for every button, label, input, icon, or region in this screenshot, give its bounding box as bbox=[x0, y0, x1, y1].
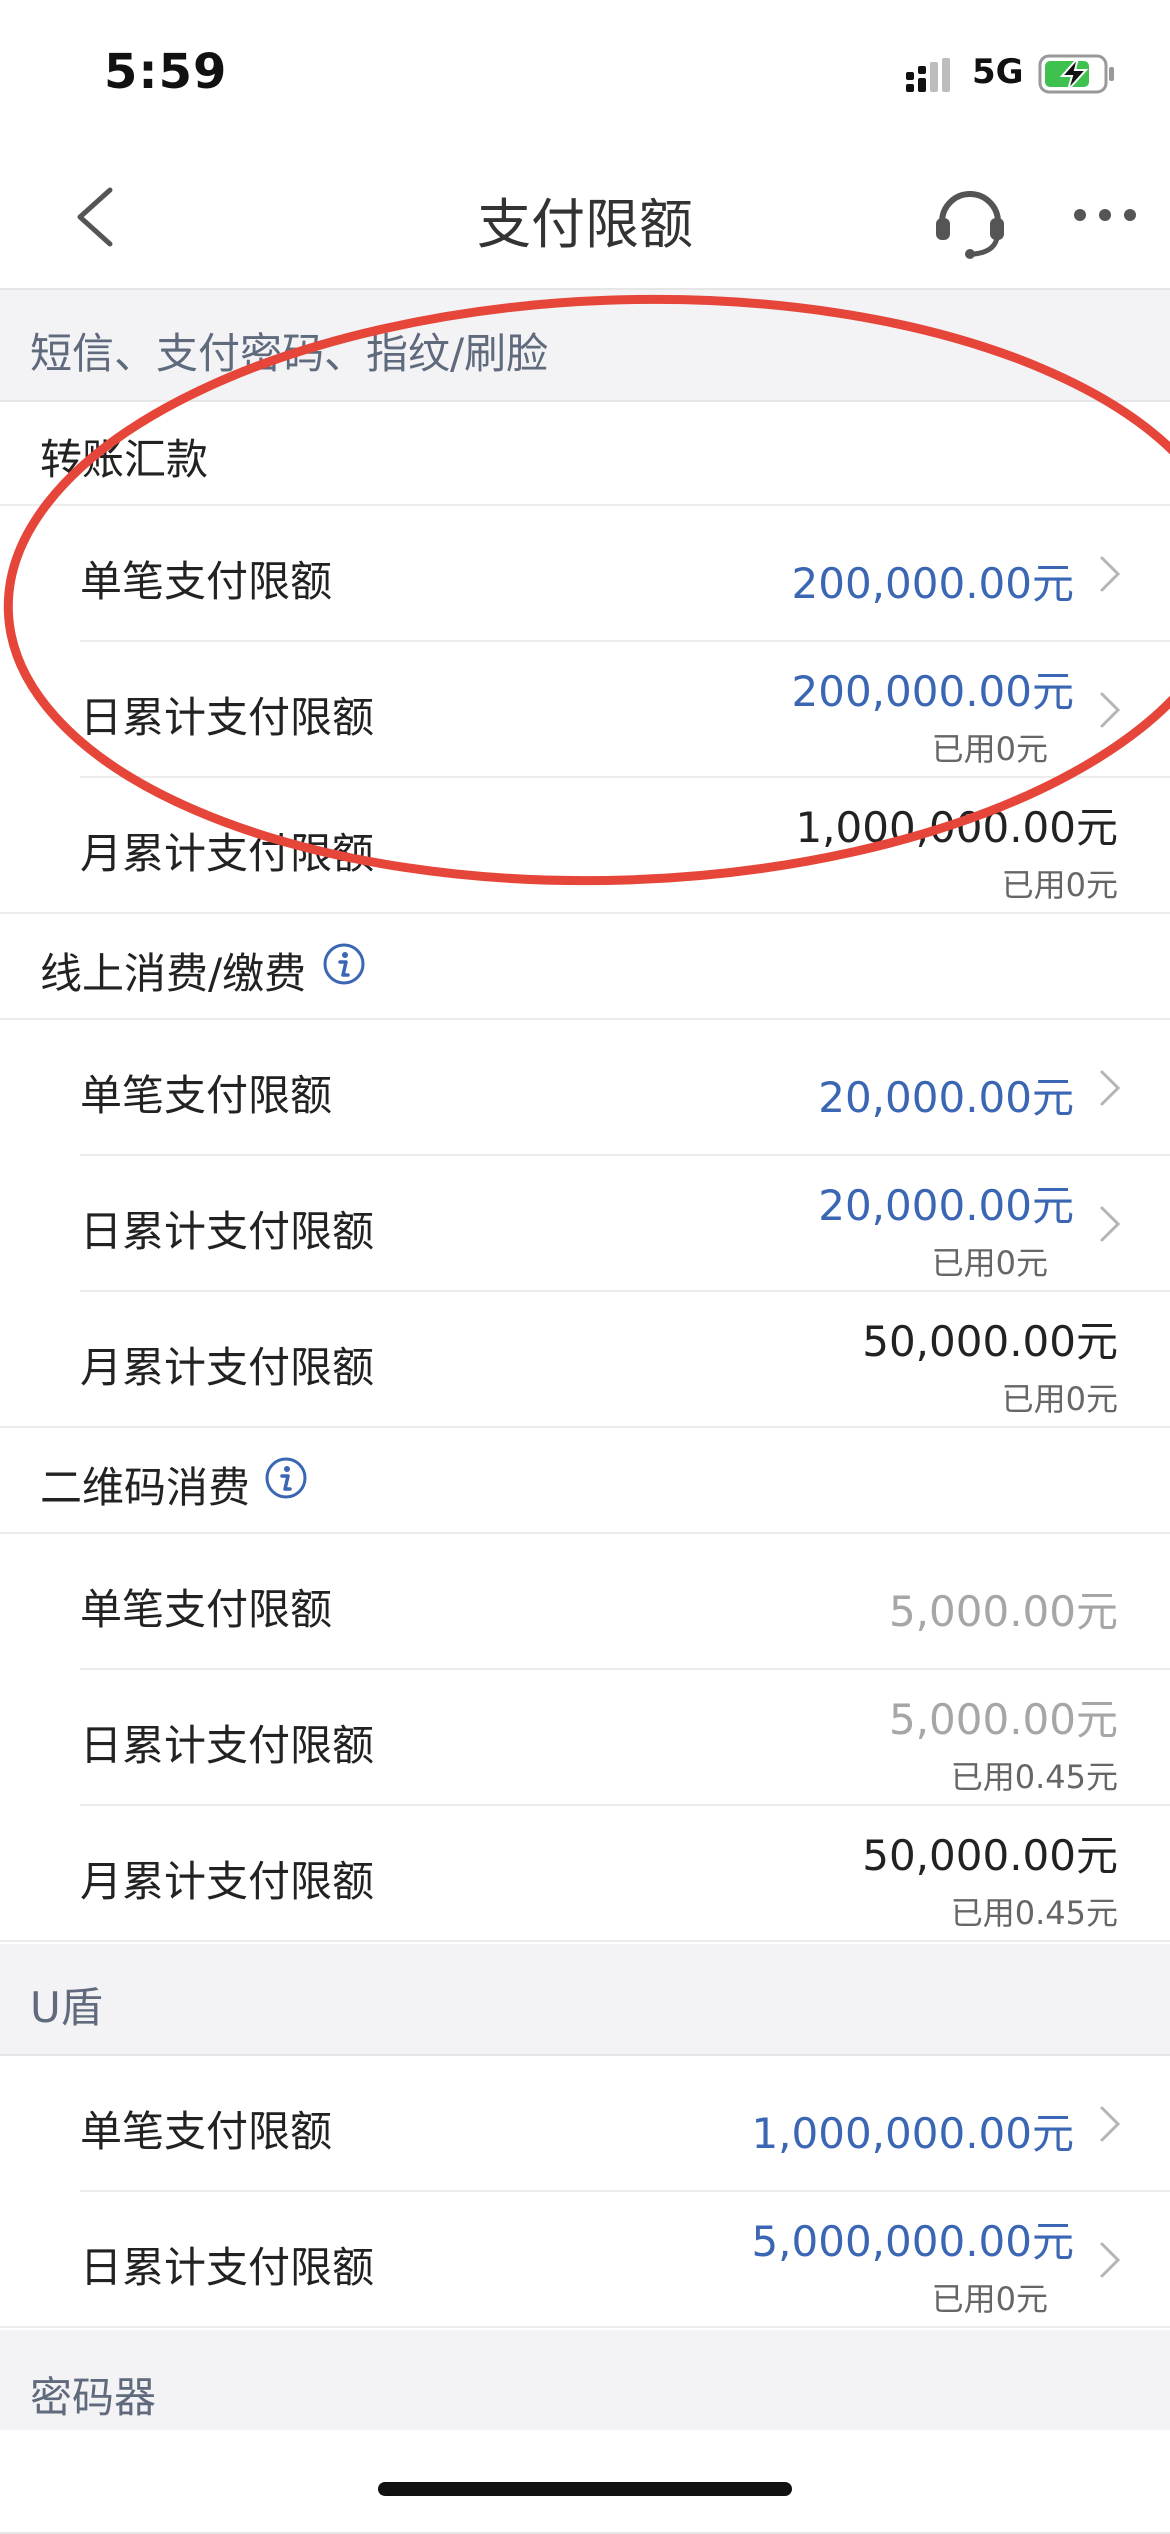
section-title: U盾 bbox=[30, 1983, 103, 2032]
row-value: 50,000.00元 bbox=[862, 1831, 1118, 1880]
row-label: 单笔支付限额 bbox=[80, 1585, 333, 1634]
used-amount: 已用0元 bbox=[931, 2280, 1048, 2318]
chevron-right-icon bbox=[1100, 556, 1121, 592]
signal-icon bbox=[906, 58, 950, 92]
row-label: 月累计支付限额 bbox=[80, 1857, 375, 1906]
info-icon[interactable] bbox=[322, 942, 366, 986]
chevron-right-icon bbox=[1100, 2242, 1121, 2278]
row-value: 1,000,000.00元 bbox=[751, 2109, 1074, 2158]
used-amount: 已用0元 bbox=[1001, 1380, 1118, 1418]
network-label: 5G bbox=[972, 52, 1024, 92]
row-value: 200,000.00元 bbox=[791, 667, 1074, 716]
row-value: 50,000.00元 bbox=[862, 1317, 1118, 1366]
used-amount: 已用0元 bbox=[931, 730, 1048, 768]
headset-icon[interactable] bbox=[928, 176, 1012, 260]
group-header-qrcode: 二维码消费 bbox=[0, 1430, 1170, 1534]
chevron-right-icon bbox=[1100, 1070, 1121, 1106]
row-qrcode-single-limit: 单笔支付限额 5,000.00元 bbox=[0, 1534, 1170, 1670]
row-value: 5,000,000.00元 bbox=[751, 2217, 1074, 2266]
group-header-transfer: 转账汇款 bbox=[0, 402, 1170, 506]
chevron-right-icon bbox=[1100, 1206, 1121, 1242]
row-transfer-single-limit[interactable]: 单笔支付限额 200,000.00元 bbox=[0, 506, 1170, 642]
chevron-right-icon bbox=[1100, 692, 1121, 728]
row-ushield-single-limit[interactable]: 单笔支付限额 1,000,000.00元 bbox=[0, 2056, 1170, 2192]
row-qrcode-monthly-limit: 月累计支付限额 50,000.00元 已用0.45元 bbox=[0, 1806, 1170, 1942]
battery-charging-icon bbox=[1038, 54, 1114, 94]
row-value: 20,000.00元 bbox=[818, 1073, 1074, 1122]
row-value: 20,000.00元 bbox=[818, 1181, 1074, 1230]
section-title: 密码器 bbox=[30, 2373, 157, 2422]
chevron-right-icon bbox=[1100, 2106, 1121, 2142]
row-value: 200,000.00元 bbox=[791, 559, 1074, 608]
used-amount: 已用0元 bbox=[931, 1244, 1048, 1282]
group-title: 二维码消费 bbox=[40, 1463, 251, 1512]
status-bar: 5:59 5G bbox=[0, 0, 1170, 150]
row-label: 月累计支付限额 bbox=[80, 1343, 375, 1392]
row-label: 日累计支付限额 bbox=[80, 1721, 375, 1770]
row-label: 日累计支付限额 bbox=[80, 1207, 375, 1256]
used-amount: 已用0.45元 bbox=[950, 1758, 1118, 1796]
row-online-daily-limit[interactable]: 日累计支付限额 20,000.00元 已用0元 bbox=[0, 1156, 1170, 1292]
section-header-sms: 短信、支付密码、指纹/刷脸 bbox=[0, 290, 1170, 402]
row-value: 1,000,000.00元 bbox=[795, 803, 1118, 852]
status-time: 5:59 bbox=[104, 44, 228, 100]
home-indicator[interactable] bbox=[378, 2482, 792, 2496]
row-ushield-daily-limit[interactable]: 日累计支付限额 5,000,000.00元 已用0元 bbox=[0, 2192, 1170, 2328]
row-label: 单笔支付限额 bbox=[80, 557, 333, 606]
row-value: 5,000.00元 bbox=[888, 1695, 1118, 1744]
row-transfer-monthly-limit: 月累计支付限额 1,000,000.00元 已用0元 bbox=[0, 778, 1170, 914]
row-online-monthly-limit: 月累计支付限额 50,000.00元 已用0元 bbox=[0, 1292, 1170, 1428]
bottom-safe-area bbox=[0, 2430, 1170, 2532]
row-label: 日累计支付限额 bbox=[80, 693, 375, 742]
row-transfer-daily-limit[interactable]: 日累计支付限额 200,000.00元 已用0元 bbox=[0, 642, 1170, 778]
section-header-ushield: U盾 bbox=[0, 1944, 1170, 2056]
row-value: 5,000.00元 bbox=[888, 1587, 1118, 1636]
more-dots-icon[interactable] bbox=[1070, 200, 1140, 230]
nav-bar: 支付限额 bbox=[0, 150, 1170, 290]
used-amount: 已用0元 bbox=[1001, 866, 1118, 904]
row-label: 月累计支付限额 bbox=[80, 829, 375, 878]
row-label: 日累计支付限额 bbox=[80, 2243, 375, 2292]
group-title: 线上消费/缴费 bbox=[40, 949, 307, 998]
row-online-single-limit[interactable]: 单笔支付限额 20,000.00元 bbox=[0, 1020, 1170, 1156]
row-label: 单笔支付限额 bbox=[80, 1071, 333, 1120]
info-icon[interactable] bbox=[264, 1456, 308, 1500]
row-qrcode-daily-limit: 日累计支付限额 5,000.00元 已用0.45元 bbox=[0, 1670, 1170, 1806]
row-label: 单笔支付限额 bbox=[80, 2107, 333, 2156]
used-amount: 已用0.45元 bbox=[950, 1894, 1118, 1932]
group-header-online: 线上消费/缴费 bbox=[0, 916, 1170, 1020]
group-title: 转账汇款 bbox=[40, 435, 209, 484]
section-title: 短信、支付密码、指纹/刷脸 bbox=[30, 329, 549, 378]
